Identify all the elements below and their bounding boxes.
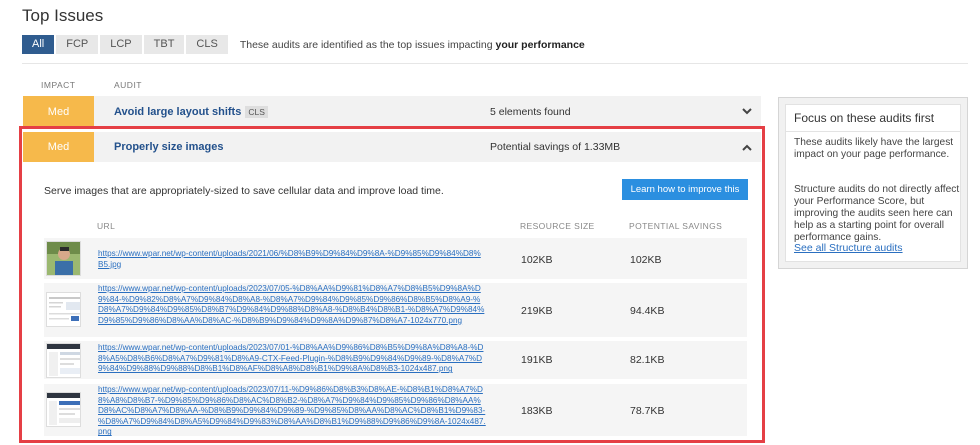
audit-description: Serve images that are appropriately-size… [44, 185, 444, 197]
table-row: https://www.wpar.net/wp-content/uploads/… [44, 238, 747, 279]
table-row: https://www.wpar.net/wp-content/uploads/… [44, 384, 747, 436]
filter-tabs: All FCP LCP TBT CLS These audits are ide… [22, 35, 585, 54]
potential-savings: 82.1KB [630, 354, 665, 366]
tab-tbt[interactable]: TBT [143, 35, 185, 54]
audit-row-size-images[interactable]: Med Properly size images Potential savin… [23, 132, 761, 162]
table-row: https://www.wpar.net/wp-content/uploads/… [44, 283, 747, 337]
focus-panel-body: Focus on these audits first These audits… [785, 104, 961, 262]
tab-lcp[interactable]: LCP [100, 35, 142, 54]
filter-description-text: These audits are identified as the top i… [239, 38, 496, 51]
table-header-potential-savings: POTENTIAL SAVINGS [629, 221, 723, 231]
panel-text: Structure audits do not directly affect … [794, 184, 960, 243]
audit-summary: 5 elements found [490, 105, 571, 118]
column-header-audit: AUDIT [114, 80, 142, 90]
audit-title: Properly size images [114, 141, 224, 153]
image-thumbnail [46, 392, 81, 427]
divider [22, 63, 968, 64]
audit-row-layout-shifts[interactable]: Med Avoid large layout shifts CLS 5 elem… [23, 96, 761, 127]
tab-fcp[interactable]: FCP [56, 35, 99, 54]
chevron-down-icon[interactable] [733, 96, 761, 127]
filter-description-bold: your performance [495, 38, 585, 51]
table-row: https://www.wpar.net/wp-content/uploads/… [44, 341, 747, 379]
structure-audits-link[interactable]: See all Structure audits [794, 242, 903, 254]
learn-how-button[interactable]: Learn how to improve this [622, 179, 748, 200]
tab-all[interactable]: All [22, 35, 55, 54]
potential-savings: 78.7KB [630, 405, 665, 417]
resource-url-link[interactable]: https://www.wpar.net/wp-content/uploads/… [98, 249, 486, 270]
resource-url-link[interactable]: https://www.wpar.net/wp-content/uploads/… [98, 385, 486, 438]
potential-savings: 94.4KB [630, 305, 665, 317]
metric-tag: CLS [245, 105, 268, 118]
filter-description: These audits are identified as the top i… [240, 39, 585, 51]
resource-url-link[interactable]: https://www.wpar.net/wp-content/uploads/… [98, 343, 486, 375]
impact-badge: Med [23, 96, 94, 127]
column-header-impact: IMPACT [41, 80, 76, 90]
resource-url-link[interactable]: https://www.wpar.net/wp-content/uploads/… [98, 284, 486, 326]
table-header-url: URL [97, 221, 116, 231]
image-thumbnail [46, 292, 81, 327]
potential-savings: 102KB [630, 254, 662, 266]
divider [786, 131, 960, 132]
resource-size: 102KB [521, 254, 553, 266]
resource-size: 183KB [521, 405, 553, 417]
table-header-resource-size: RESOURCE SIZE [520, 221, 595, 231]
resource-size: 191KB [521, 354, 553, 366]
tab-cls[interactable]: CLS [186, 35, 228, 54]
focus-panel: Focus on these audits first These audits… [778, 97, 968, 269]
resource-size: 219KB [521, 305, 553, 317]
image-thumbnail [46, 343, 81, 378]
image-thumbnail [46, 241, 81, 276]
chevron-up-icon[interactable] [733, 132, 761, 162]
section-title: Top Issues [22, 6, 104, 25]
audit-summary: Potential savings of 1.33MB [490, 141, 621, 153]
panel-title: Focus on these audits first [794, 111, 935, 125]
audit-title-text: Avoid large layout shifts [114, 105, 242, 118]
impact-badge: Med [23, 132, 94, 162]
panel-text: These audits likely have the largest imp… [794, 137, 954, 160]
audit-title: Avoid large layout shifts CLS [114, 96, 268, 127]
